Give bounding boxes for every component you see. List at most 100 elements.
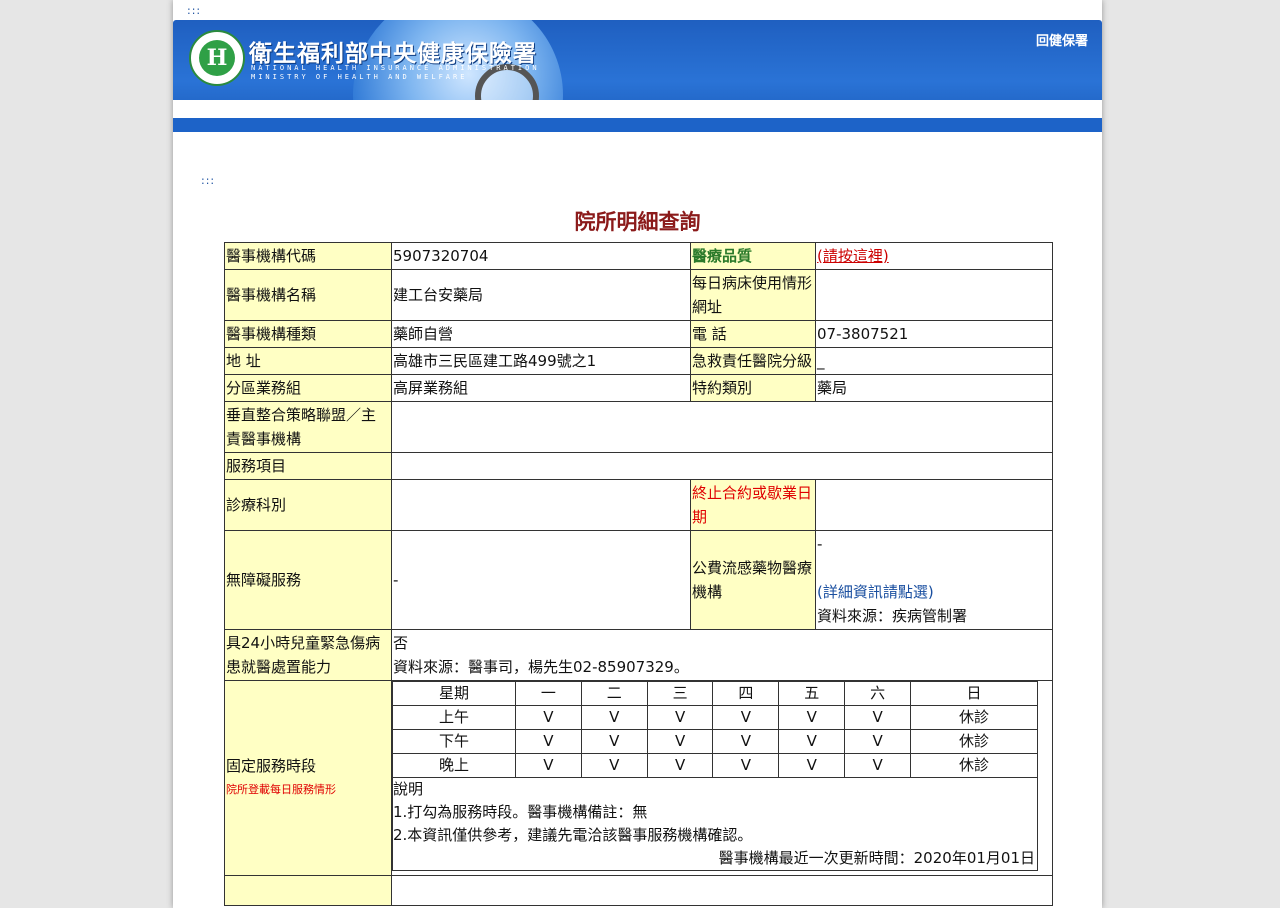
last-updated: 醫事機構最近一次更新時間：2020年01月01日 (718, 849, 1035, 867)
empty-label (224, 875, 392, 906)
flu-drug-cell: - (詳細資訊請點選) 資料來源：疾病管制署 (815, 530, 1053, 630)
termination-label: 終止合約或歇業日期 (690, 479, 816, 531)
hours-notes: 說明 1.打勾為服務時段。醫事機構備註：無 2.本資訊僅供參考，建議先電洽該醫事… (392, 778, 1038, 871)
table-row: 診療科別 終止合約或歇業日期 (224, 479, 1053, 531)
hours-cell: V (646, 729, 714, 754)
accesskey-top[interactable]: ::: (187, 4, 201, 17)
child-emergency-source: 資料來源：醫事司，楊先生02-85907329。 (393, 658, 689, 676)
hours-cell: V (778, 705, 846, 730)
bed-usage-value (815, 269, 1053, 321)
org-name-en-1: NATIONAL HEALTH INSURANCE ADMINISTRATION (251, 64, 540, 72)
type-label: 醫事機構種類 (224, 320, 392, 348)
name-value: 建工台安藥局 (391, 269, 691, 321)
hours-header-fri: 五 (778, 681, 846, 706)
hours-cell: V (580, 729, 648, 754)
hours-cell: 上午 (392, 705, 516, 730)
hours-cell: V (646, 705, 714, 730)
service-hours-sublabel: 院所登載每日服務情形 (226, 783, 336, 796)
hours-row-morning: 上午 V V V V V V 休診 (392, 705, 1038, 730)
empty-value (391, 875, 1053, 906)
table-row: 垂直整合策略聯盟／主責醫事機構 (224, 401, 1053, 453)
hours-header-thu: 四 (712, 681, 780, 706)
hours-cell: V (580, 705, 648, 730)
name-label: 醫事機構名稱 (224, 269, 392, 321)
nhi-logo: H (189, 30, 245, 86)
hours-cell: V (844, 729, 911, 754)
accessibility-label: 無障礙服務 (224, 530, 392, 630)
table-row: 醫事機構名稱 建工台安藥局 每日病床使用情形網址 (224, 269, 1053, 321)
note-1: 1.打勾為服務時段。醫事機構備註：無 (393, 803, 648, 821)
nhi-logo-mark: H (199, 40, 235, 76)
service-items-value (391, 452, 1053, 480)
child-emergency-label: 具24小時兒童緊急傷病患就醫處置能力 (224, 629, 392, 681)
hours-cell: V (712, 753, 780, 778)
termination-label-text: 終止合約或歇業日期 (692, 484, 813, 526)
quality-cell: (請按這裡) (815, 242, 1053, 270)
hours-row-afternoon: 下午 V V V V V V 休診 (392, 729, 1038, 754)
table-row: 服務項目 (224, 452, 1053, 480)
flu-source: 資料來源：疾病管制署 (817, 607, 968, 625)
contract-type-label: 特約類別 (690, 374, 816, 402)
emergency-level-label: 急救責任醫院分級 (690, 347, 816, 375)
hours-cell: V (515, 729, 582, 754)
accesskey-main[interactable]: ::: (201, 174, 215, 187)
table-row: 醫事機構代碼 5907320704 醫療品質 (請按這裡) (224, 242, 1053, 270)
hours-header-sun: 日 (910, 681, 1038, 706)
quality-link[interactable]: (請按這裡) (817, 247, 889, 265)
hours-header-row: 星期 一 二 三 四 五 六 日 (392, 681, 1038, 706)
departments-label: 診療科別 (224, 479, 392, 531)
institution-detail-table: 醫事機構代碼 5907320704 醫療品質 (請按這裡) 醫事機構名稱 建工台… (224, 242, 1053, 906)
emergency-level-value: _ (815, 347, 1053, 375)
code-label: 醫事機構代碼 (224, 242, 392, 270)
hours-cell: 休診 (910, 705, 1038, 730)
alliance-value (391, 401, 1053, 453)
hours-cell: V (712, 729, 780, 754)
bed-usage-label: 每日病床使用情形網址 (690, 269, 816, 321)
phone-value: 07-3807521 (815, 320, 1053, 348)
hours-header-mon: 一 (515, 681, 582, 706)
accessibility-value: - (391, 530, 691, 630)
child-emergency-cell: 否 資料來源：醫事司，楊先生02-85907329。 (391, 629, 1053, 681)
child-emergency-value: 否 (393, 634, 409, 652)
flu-drug-value: - (817, 535, 823, 553)
hours-cell: V (515, 705, 582, 730)
banner-stripe-bottom (173, 118, 1102, 132)
hours-row-evening: 晚上 V V V V V V 休診 (392, 753, 1038, 778)
phone-label: 電 話 (690, 320, 816, 348)
org-name-en-2: MINISTRY OF HEALTH AND WELFARE (251, 73, 468, 81)
note-2: 2.本資訊僅供參考，建議先電洽該醫事服務機構確認。 (393, 826, 753, 844)
hours-cell: V (844, 753, 911, 778)
hours-header-sat: 六 (844, 681, 911, 706)
notes-title: 說明 (393, 780, 424, 798)
type-value: 藥師自營 (391, 320, 691, 348)
flu-drug-label: 公費流感藥物醫療機構 (690, 530, 816, 630)
hours-cell: 休診 (910, 729, 1038, 754)
quality-label: 醫療品質 (690, 242, 816, 270)
back-to-nhi-link[interactable]: 回健保署 (1036, 30, 1088, 49)
header-banner: H 衛生福利部中央健康保險署 NATIONAL HEALTH INSURANCE… (173, 20, 1102, 132)
departments-value (391, 479, 691, 531)
hours-header-wed: 三 (646, 681, 714, 706)
alliance-label: 垂直整合策略聯盟／主責醫事機構 (224, 401, 392, 453)
hours-cell: V (778, 753, 846, 778)
flu-detail-link[interactable]: (詳細資訊請點選) (817, 580, 1051, 604)
hours-cell: V (778, 729, 846, 754)
address-label: 地 址 (224, 347, 392, 375)
table-row: 無障礙服務 - 公費流感藥物醫療機構 - (詳細資訊請點選) 資料來源：疾病管制… (224, 530, 1053, 630)
code-value: 5907320704 (391, 242, 691, 270)
org-name: 衛生福利部中央健康保險署 (249, 40, 537, 67)
table-row: 地 址 高雄市三民區建工路499號之1 急救責任醫院分級 _ (224, 347, 1053, 375)
branch-value: 高屏業務組 (391, 374, 691, 402)
service-hours-cell: 星期 一 二 三 四 五 六 日 上午 V V V V V V 休診 下午 V … (391, 680, 1053, 876)
hours-cell: V (646, 753, 714, 778)
hours-cell: V (515, 753, 582, 778)
quality-label-text: 醫療品質 (692, 247, 753, 265)
hours-cell: V (580, 753, 648, 778)
table-row: 分區業務組 高屏業務組 特約類別 藥局 (224, 374, 1053, 402)
service-items-label: 服務項目 (224, 452, 392, 480)
service-hours-title: 固定服務時段 (226, 757, 317, 775)
hours-header-tue: 二 (580, 681, 648, 706)
table-row: 固定服務時段 院所登載每日服務情形 星期 一 二 三 四 五 六 日 上午 V … (224, 680, 1053, 876)
